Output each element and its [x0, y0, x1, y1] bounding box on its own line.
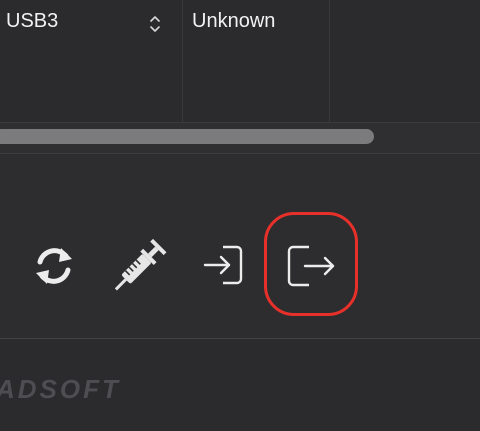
footer: ADSOFT: [0, 339, 480, 431]
horizontal-scrollbar[interactable]: [0, 123, 480, 153]
column-divider: [329, 0, 330, 123]
status-cell: Unknown: [192, 10, 276, 32]
device-table: USB3 Unknown: [0, 0, 480, 123]
import-button[interactable]: [200, 240, 248, 292]
refresh-icon: [36, 248, 72, 284]
brand-logo: ADSOFT: [0, 374, 121, 404]
export-button[interactable]: [282, 238, 340, 294]
refresh-button[interactable]: [30, 238, 78, 294]
export-icon: [287, 245, 335, 287]
syringe-icon: [114, 238, 167, 291]
app-panel: USB3 Unknown ADSOFT: [0, 0, 480, 431]
scrollbar-thumb[interactable]: [0, 129, 374, 144]
select-arrows-icon[interactable]: [148, 13, 162, 35]
column-divider: [182, 0, 183, 123]
inject-button[interactable]: [106, 232, 176, 298]
interface-cell: USB3: [6, 10, 59, 32]
import-icon: [203, 245, 243, 285]
